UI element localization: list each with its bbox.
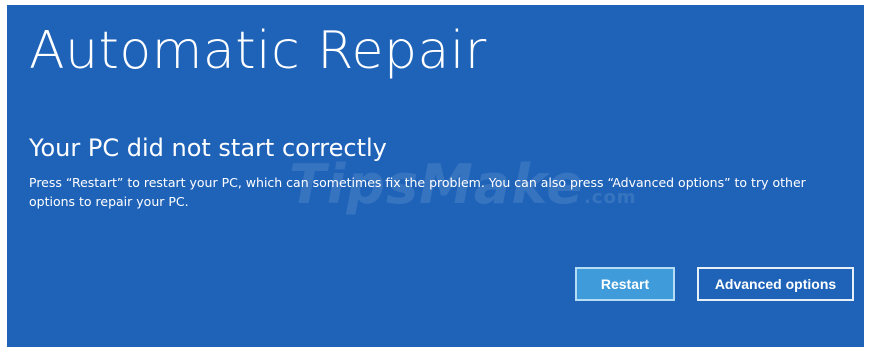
advanced-options-button[interactable]: Advanced options xyxy=(697,267,854,301)
automatic-repair-screen: Automatic Repair Your PC did not start c… xyxy=(7,5,864,347)
error-message: Press “Restart” to restart your PC, whic… xyxy=(29,175,806,209)
restart-button[interactable]: Restart xyxy=(575,267,675,301)
error-heading: Your PC did not start correctly xyxy=(29,134,387,162)
page-title: Automatic Repair xyxy=(29,21,487,81)
